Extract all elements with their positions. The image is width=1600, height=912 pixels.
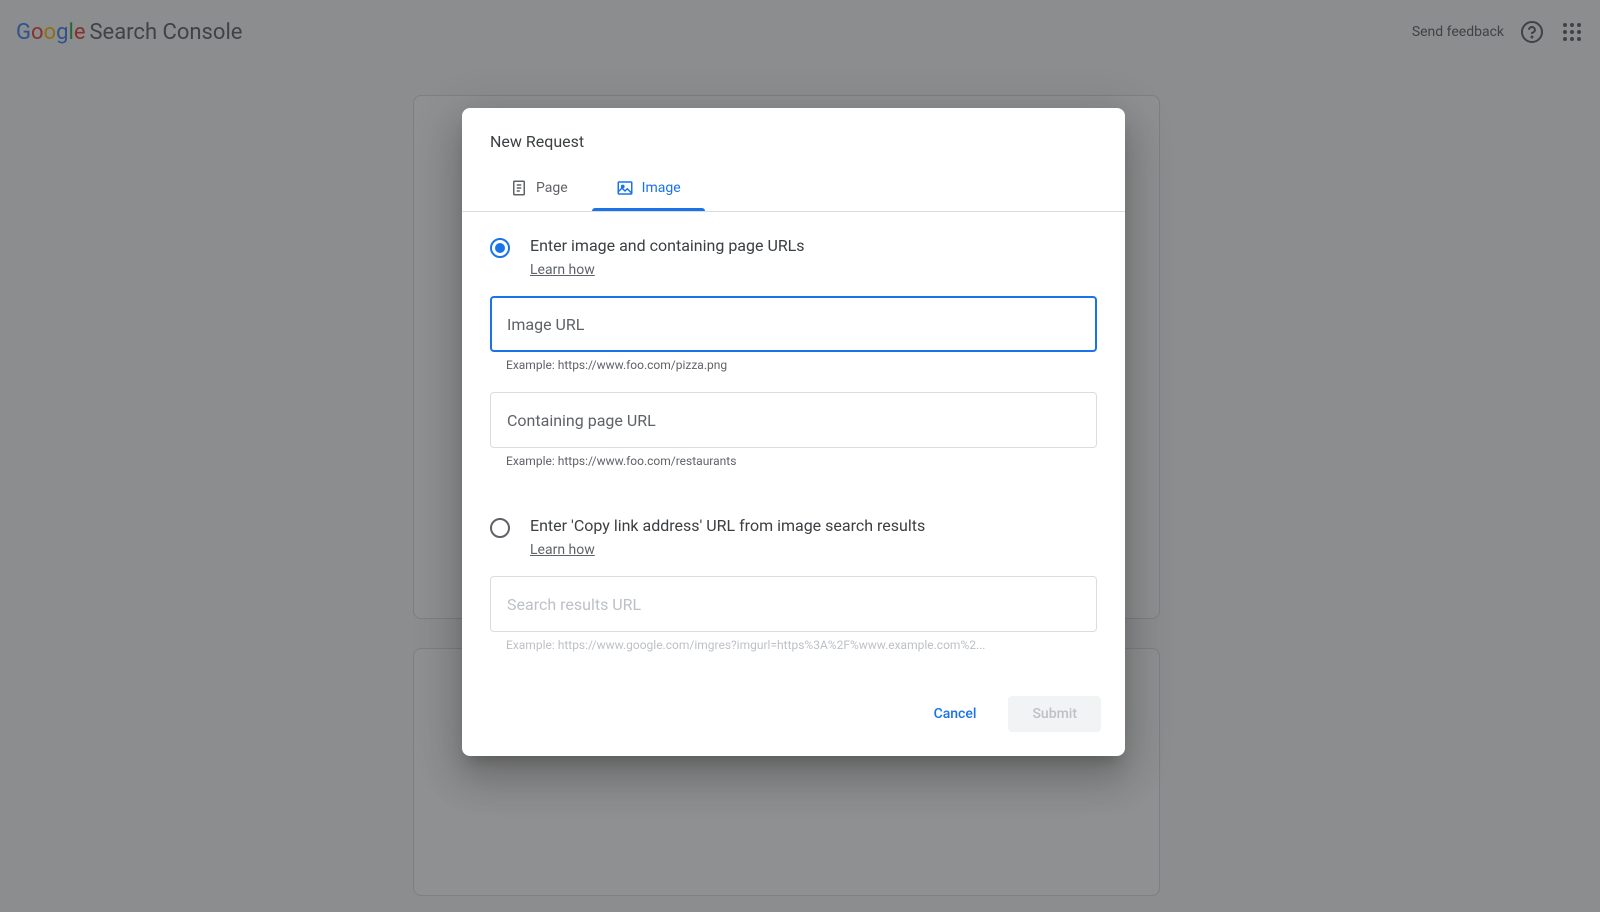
modal-title: New Request <box>462 108 1125 167</box>
image-url-input[interactable] <box>490 296 1097 352</box>
page-icon <box>510 179 528 197</box>
search-url-hint: Example: https://www.google.com/imgres?i… <box>490 638 1097 652</box>
tab-page-label: Page <box>536 180 568 196</box>
new-request-modal: New Request Page Image Enter i <box>462 108 1125 756</box>
radio-option-urls: Enter image and containing page URLs Lea… <box>490 236 1097 278</box>
image-url-field-group: Example: https://www.foo.com/pizza.png <box>490 296 1097 372</box>
modal-footer: Cancel Submit <box>462 680 1125 756</box>
radio-enter-urls[interactable] <box>490 238 510 258</box>
containing-page-url-input[interactable] <box>490 392 1097 448</box>
image-url-hint: Example: https://www.foo.com/pizza.png <box>490 358 1097 372</box>
tab-image-label: Image <box>642 180 681 196</box>
radio-urls-label: Enter image and containing page URLs <box>530 236 1097 255</box>
page-url-hint: Example: https://www.foo.com/restaurants <box>490 454 1097 468</box>
tab-image[interactable]: Image <box>592 167 705 211</box>
image-icon <box>616 179 634 197</box>
radio-search-url[interactable] <box>490 518 510 538</box>
radio-search-url-label: Enter 'Copy link address' URL from image… <box>530 516 1097 535</box>
radio-option-search-url: Enter 'Copy link address' URL from image… <box>490 516 1097 558</box>
search-url-field-group: Example: https://www.google.com/imgres?i… <box>490 576 1097 652</box>
cancel-button[interactable]: Cancel <box>910 696 1001 732</box>
tab-page[interactable]: Page <box>486 167 592 211</box>
page-url-field-group: Example: https://www.foo.com/restaurants <box>490 392 1097 468</box>
modal-body: Enter image and containing page URLs Lea… <box>462 212 1125 680</box>
submit-button[interactable]: Submit <box>1008 696 1101 732</box>
learn-how-link-urls[interactable]: Learn how <box>530 262 595 278</box>
modal-tabs: Page Image <box>462 167 1125 212</box>
search-results-url-input[interactable] <box>490 576 1097 632</box>
learn-how-link-search[interactable]: Learn how <box>530 542 595 558</box>
